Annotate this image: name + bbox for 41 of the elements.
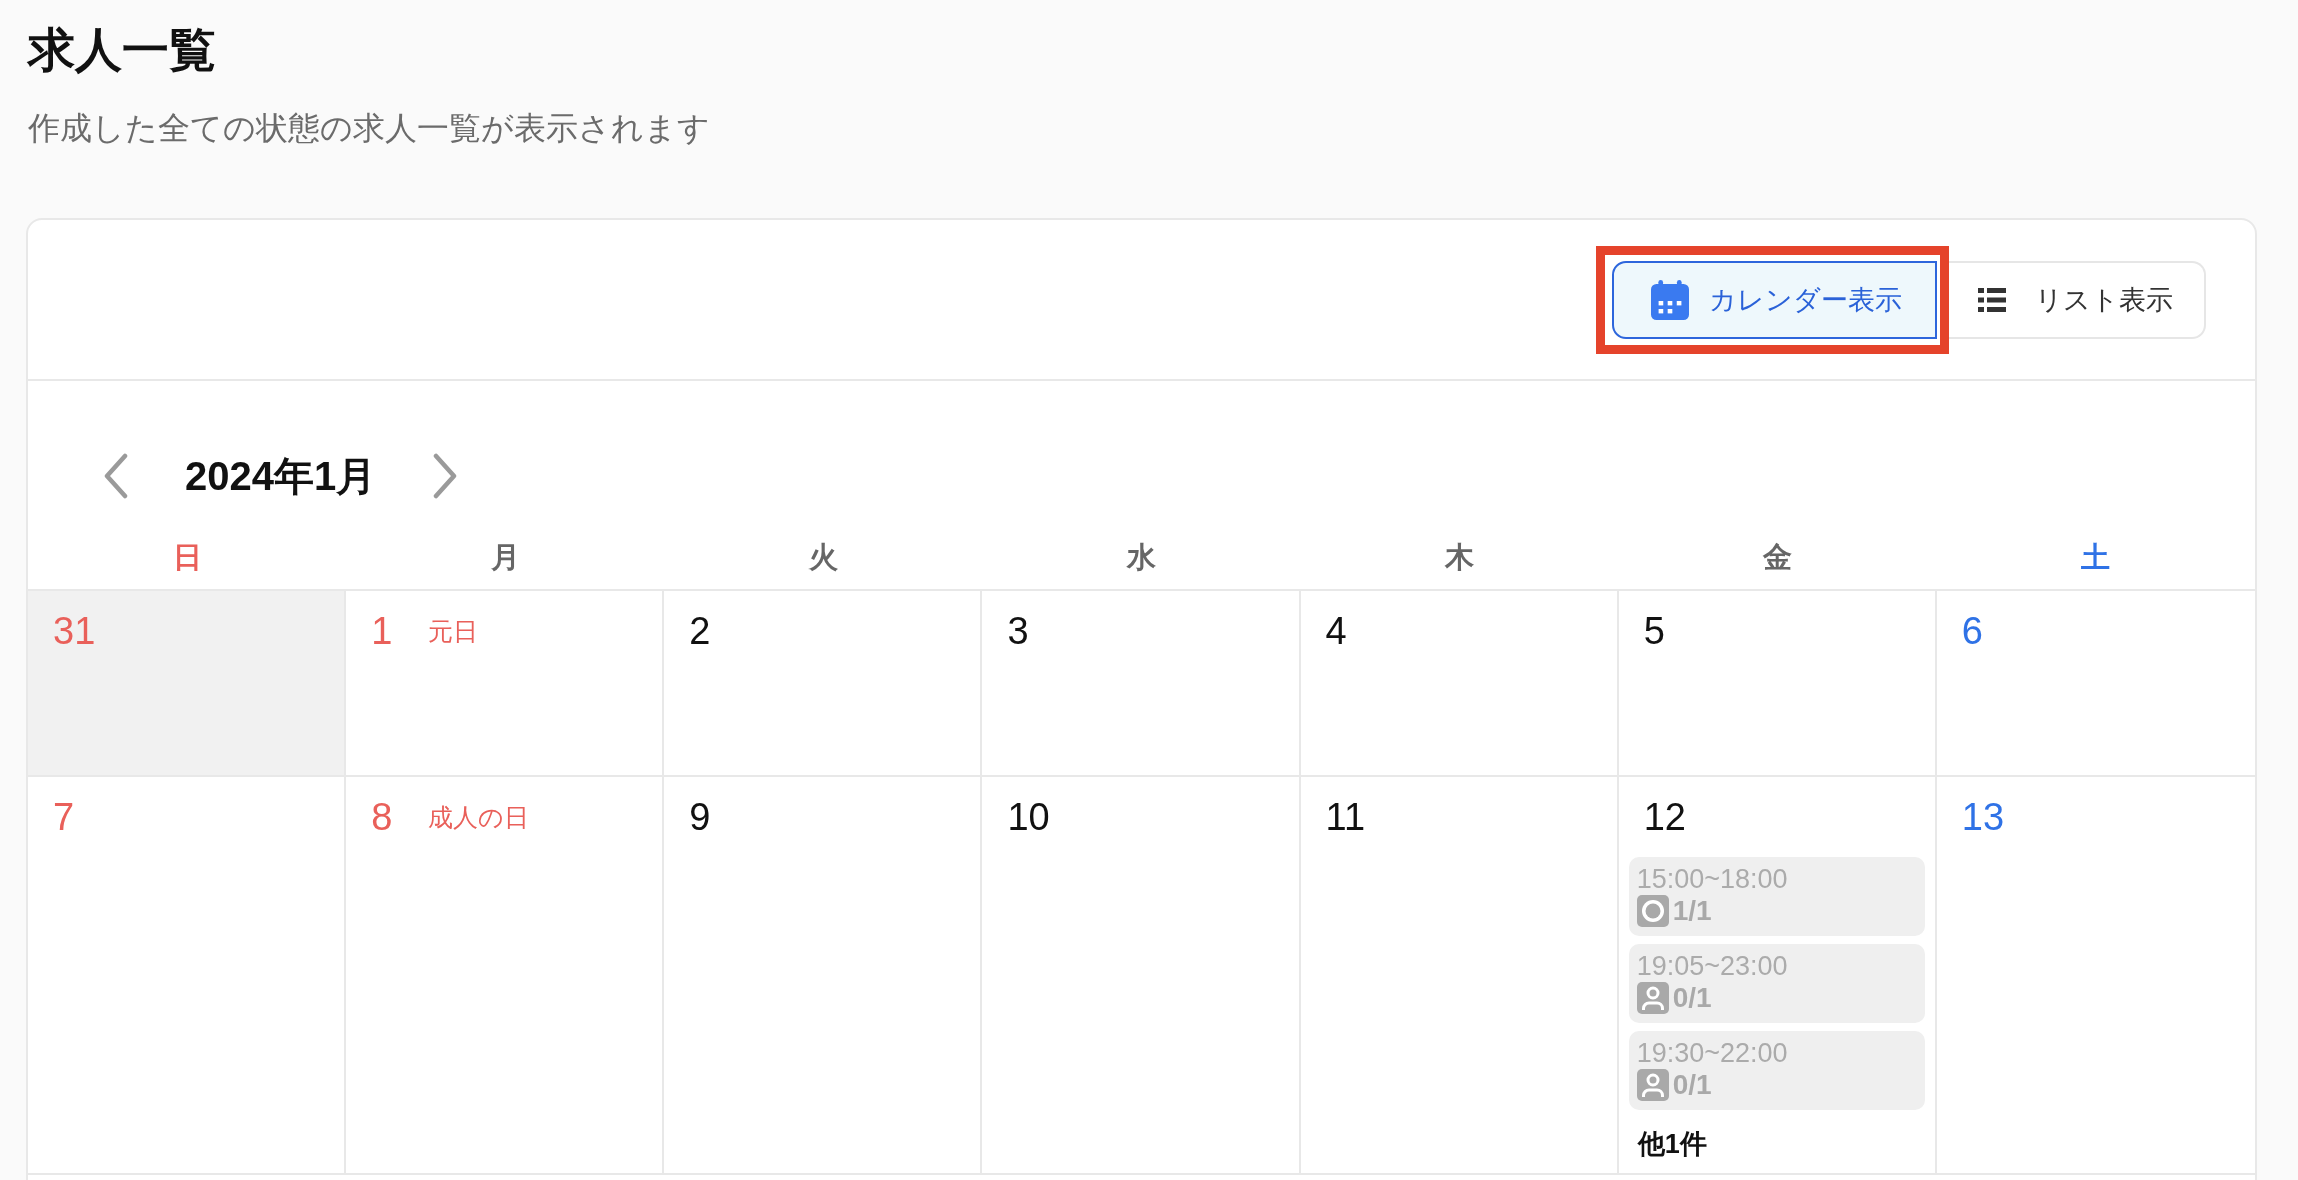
day-number: 11	[1325, 795, 1365, 839]
event-count: 1/1	[1672, 894, 1712, 928]
day-number: 7	[53, 795, 75, 839]
weekday-label: 火	[807, 540, 839, 575]
page-title: 求人一覧	[28, 22, 217, 78]
weekday-label: 日	[171, 540, 203, 575]
more-events-link[interactable]: 他1件	[1637, 1126, 1707, 1162]
holiday-label: 元日	[428, 616, 479, 647]
list-icon	[1978, 287, 2006, 312]
day-number: 12	[1643, 795, 1686, 839]
person-icon	[1636, 982, 1669, 1014]
chevron-left-icon[interactable]	[103, 453, 129, 499]
chevron-right-icon[interactable]	[432, 453, 459, 499]
day-number: 9	[689, 795, 711, 839]
event-time: 19:30~22:00	[1636, 1038, 1788, 1068]
calendar-icon	[1651, 279, 1689, 320]
day-number: 31	[53, 609, 96, 653]
calendar-view-button[interactable]: カレンダー表示	[1612, 260, 1937, 339]
weekday-label: 土	[2080, 540, 2112, 575]
day-number: 1	[371, 609, 393, 653]
weekday-label: 金	[1762, 540, 1794, 575]
weekday-label: 木	[1444, 540, 1476, 575]
day-number: 3	[1007, 609, 1029, 653]
event-count: 0/1	[1672, 1068, 1712, 1102]
weekday-label: 月	[489, 540, 521, 575]
holiday-label: 成人の日	[428, 802, 530, 833]
event-time: 19:05~23:00	[1636, 951, 1788, 981]
day-number: 8	[371, 795, 393, 839]
month-label: 2024年1月	[185, 453, 377, 499]
day-number: 4	[1325, 609, 1347, 653]
event-count: 0/1	[1672, 981, 1712, 1015]
weekday-label: 水	[1125, 540, 1157, 575]
day-number: 10	[1007, 795, 1050, 839]
page-subtitle: 作成した全ての状態の求人一覧が表示されます	[28, 109, 711, 148]
event-time: 15:00~18:00	[1636, 864, 1788, 894]
list-view-button[interactable]: リスト表示	[1949, 260, 2206, 339]
day-number: 5	[1643, 609, 1665, 653]
day-number: 13	[1961, 795, 2005, 839]
day-number: 2	[689, 609, 711, 653]
person-icon	[1636, 1069, 1669, 1101]
day-number: 6	[1961, 609, 1983, 653]
